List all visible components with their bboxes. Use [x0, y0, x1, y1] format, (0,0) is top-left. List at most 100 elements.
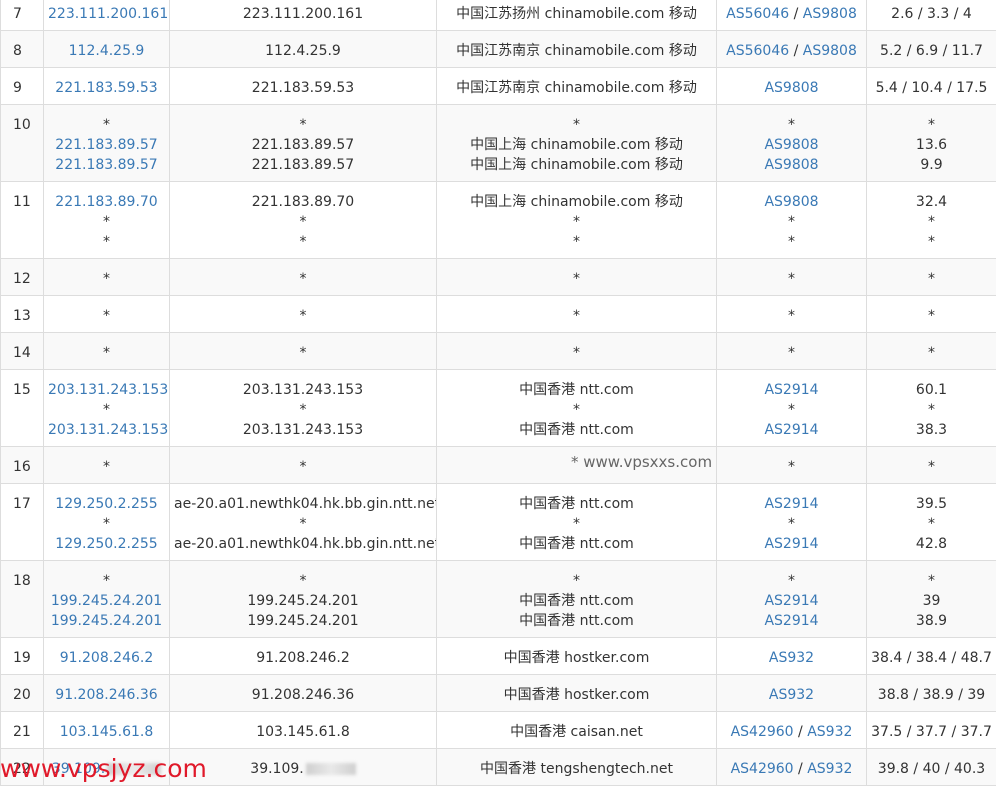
asn-line: *	[721, 400, 862, 420]
location: *	[441, 343, 712, 363]
asn-empty: *	[788, 214, 795, 230]
ip-link[interactable]: 221.183.59.53	[48, 78, 165, 98]
ip-link: *	[48, 571, 165, 591]
hostname: 203.131.243.153	[174, 420, 432, 440]
hop-row: 18*199.245.24.201199.245.24.201*199.245.…	[1, 561, 996, 638]
hostname: 91.208.246.2	[174, 648, 432, 668]
location: 中国香港 hostker.com	[441, 685, 712, 705]
hop-number: 21	[1, 712, 44, 749]
ip-link[interactable]: 199.245.24.201	[48, 591, 165, 611]
location: 中国香港 caisan.net	[441, 722, 712, 742]
asn-separator: /	[789, 43, 803, 59]
asn-link[interactable]: AS2914	[764, 382, 818, 398]
ip-link[interactable]: 91.208.246.36	[48, 685, 165, 705]
asn-link[interactable]: AS932	[807, 724, 852, 740]
location: 中国香港 ntt.com	[441, 494, 712, 514]
asn-link[interactable]: AS9808	[764, 157, 818, 173]
ip-link[interactable]: 91.208.246.2	[48, 648, 165, 668]
location-cell: 中国江苏南京 chinamobile.com 移动	[437, 31, 717, 68]
hostname-redacted-line: 39.109.	[174, 759, 432, 779]
asn-separator: /	[794, 761, 808, 777]
asn-line: AS9808	[721, 135, 862, 155]
asn-line: AS932	[721, 685, 862, 705]
hop-row: 21103.145.61.8103.145.61.8中国香港 caisan.ne…	[1, 712, 996, 749]
asn-link[interactable]: AS42960	[731, 724, 794, 740]
hostname-cell: *	[170, 296, 437, 333]
asn-link[interactable]: AS2914	[764, 536, 818, 552]
latency-cell: 39.5*42.8	[867, 484, 996, 561]
location: 中国江苏南京 chinamobile.com 移动	[441, 41, 712, 61]
asn-cell: AS56046 / AS9808	[717, 0, 867, 31]
asn-link[interactable]: AS2914	[764, 613, 818, 629]
asn-cell: *	[717, 259, 867, 296]
ip-link[interactable]: 221.183.89.70	[48, 192, 165, 212]
asn-link[interactable]: AS42960	[731, 761, 794, 777]
asn-link[interactable]: AS9808	[764, 80, 818, 96]
ip-link: *	[48, 306, 165, 326]
asn-line: AS2914	[721, 494, 862, 514]
asn-cell: AS932	[717, 675, 867, 712]
redaction-blur	[306, 763, 356, 775]
hop-number: 14	[1, 333, 44, 370]
ip-link[interactable]: 221.183.89.57	[48, 135, 165, 155]
ip-link: *	[48, 212, 165, 232]
location: *	[441, 400, 712, 420]
hostname: 221.183.59.53	[174, 78, 432, 98]
hop-number: 9	[1, 68, 44, 105]
asn-empty: *	[788, 271, 795, 287]
asn-line: *	[721, 571, 862, 591]
ip-link[interactable]: 223.111.200.161	[48, 4, 165, 24]
hop-row: 2091.208.246.3691.208.246.36中国香港 hostker…	[1, 675, 996, 712]
location-cell: 中国上海 chinamobile.com 移动**	[437, 182, 717, 259]
asn-link[interactable]: AS56046	[726, 6, 789, 22]
hop-number: 7	[1, 0, 44, 31]
latency: 39	[871, 591, 992, 611]
hop-row: 15203.131.243.153*203.131.243.153203.131…	[1, 370, 996, 447]
hostname: ae-20.a01.newthk04.hk.bb.gin.ntt.net	[174, 534, 432, 554]
latency-cell: 39.8 / 40 / 40.3	[867, 749, 996, 786]
hostname: 112.4.25.9	[174, 41, 432, 61]
hop-row: 10*221.183.89.57221.183.89.57*221.183.89…	[1, 105, 996, 182]
ip-link[interactable]: 103.145.61.8	[48, 722, 165, 742]
asn-link[interactable]: AS9808	[803, 6, 857, 22]
asn-link[interactable]: AS932	[807, 761, 852, 777]
asn-empty: *	[788, 234, 795, 250]
ip-link[interactable]: 203.131.243.153	[48, 380, 165, 400]
ip-link[interactable]: 199.245.24.201	[48, 611, 165, 631]
asn-line: AS56046 / AS9808	[721, 4, 862, 24]
asn-cell: * AS2914 AS2914	[717, 561, 867, 638]
asn-link[interactable]: AS932	[769, 650, 814, 666]
ip-link[interactable]: 112.4.25.9	[48, 41, 165, 61]
asn-line: AS56046 / AS9808	[721, 41, 862, 61]
location: *	[441, 269, 712, 289]
asn-link[interactable]: AS2914	[764, 496, 818, 512]
asn-link[interactable]: AS9808	[764, 137, 818, 153]
hostname: *	[174, 212, 432, 232]
ip-link: *	[48, 232, 165, 252]
asn-line: *	[721, 343, 862, 363]
hostname-cell: 223.111.200.161	[170, 0, 437, 31]
latency-cell: *3938.9	[867, 561, 996, 638]
asn-link[interactable]: AS9808	[803, 43, 857, 59]
hostname: ae-20.a01.newthk04.hk.bb.gin.ntt.net	[174, 494, 432, 514]
asn-cell: *	[717, 447, 867, 484]
ip-link[interactable]: 129.250.2.255	[48, 494, 165, 514]
hostname: *	[174, 400, 432, 420]
asn-link[interactable]: AS56046	[726, 43, 789, 59]
asn-link[interactable]: AS932	[769, 687, 814, 703]
asn-separator: /	[794, 724, 808, 740]
asn-empty: *	[788, 345, 795, 361]
traceroute-table: 7223.111.200.161223.111.200.161中国江苏扬州 ch…	[0, 0, 996, 786]
location: 中国香港 ntt.com	[441, 380, 712, 400]
location-cell: 中国香港 tengshengtech.net	[437, 749, 717, 786]
asn-link[interactable]: AS9808	[764, 194, 818, 210]
asn-link[interactable]: AS2914	[764, 422, 818, 438]
hostname-cell: *199.245.24.201199.245.24.201	[170, 561, 437, 638]
latency: 39.8 / 40 / 40.3	[871, 759, 992, 779]
ip-link[interactable]: 221.183.89.57	[48, 155, 165, 175]
asn-link[interactable]: AS2914	[764, 593, 818, 609]
ip-link[interactable]: 203.131.243.153	[48, 420, 165, 440]
location-cell: 中国香港 ntt.com*中国香港 ntt.com	[437, 370, 717, 447]
ip-link[interactable]: 129.250.2.255	[48, 534, 165, 554]
hop-number: 18	[1, 561, 44, 638]
